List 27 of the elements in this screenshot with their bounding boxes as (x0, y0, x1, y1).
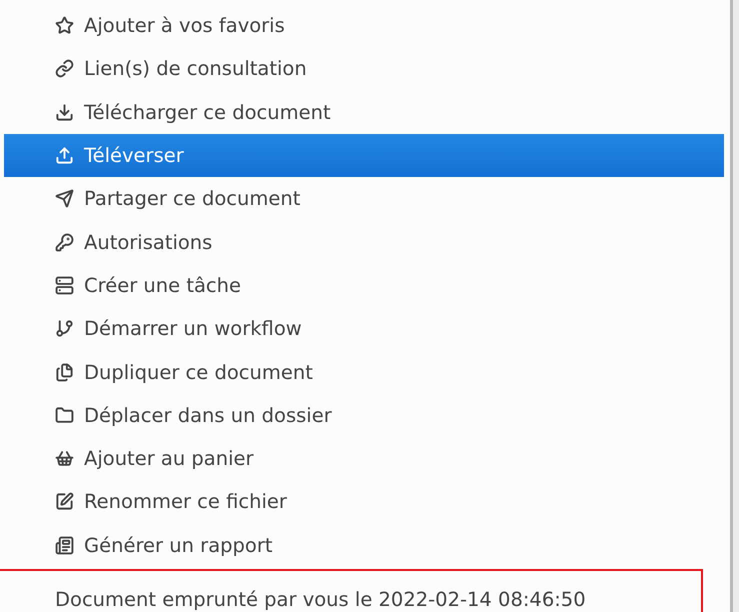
report-icon (55, 536, 74, 555)
menu-item[interactable]: Générer un rapport (4, 524, 724, 567)
stacked-bars-icon (55, 276, 74, 295)
copy-icon (55, 362, 74, 382)
edit-icon (55, 492, 74, 512)
star-icon (55, 16, 74, 36)
menu-item[interactable]: Télécharger ce document (4, 90, 724, 134)
paper-plane-icon (55, 189, 74, 208)
menu-item[interactable]: Créer une tâche (4, 264, 724, 308)
checkout-text: Document emprunté par vous le 2022-02-14 08:46:50 (55, 588, 586, 612)
menu-item[interactable]: Démarrer un workflow (4, 307, 724, 350)
menu-item[interactable]: Dupliquer ce document (4, 350, 724, 394)
menu-item[interactable]: Téléverser (4, 134, 724, 178)
upload-icon (55, 146, 74, 166)
folder-icon (55, 406, 74, 425)
menu-item[interactable]: Partager ce document (4, 177, 724, 220)
menu-item[interactable]: Lien(s) de consultation (4, 47, 724, 91)
menu-item[interactable]: Renommer ce fichier (4, 480, 724, 524)
basket-icon (55, 449, 74, 468)
menu-item[interactable]: Ajouter à vos favoris (4, 4, 724, 48)
download-icon (55, 102, 74, 122)
link-icon (55, 59, 74, 78)
menu-item[interactable]: Autorisations (4, 220, 724, 264)
branch-icon (55, 319, 74, 338)
menu-item[interactable]: Déplacer dans un dossier (4, 394, 724, 437)
key-icon (55, 232, 74, 252)
menu-item[interactable]: Ajouter au panier (4, 436, 724, 480)
